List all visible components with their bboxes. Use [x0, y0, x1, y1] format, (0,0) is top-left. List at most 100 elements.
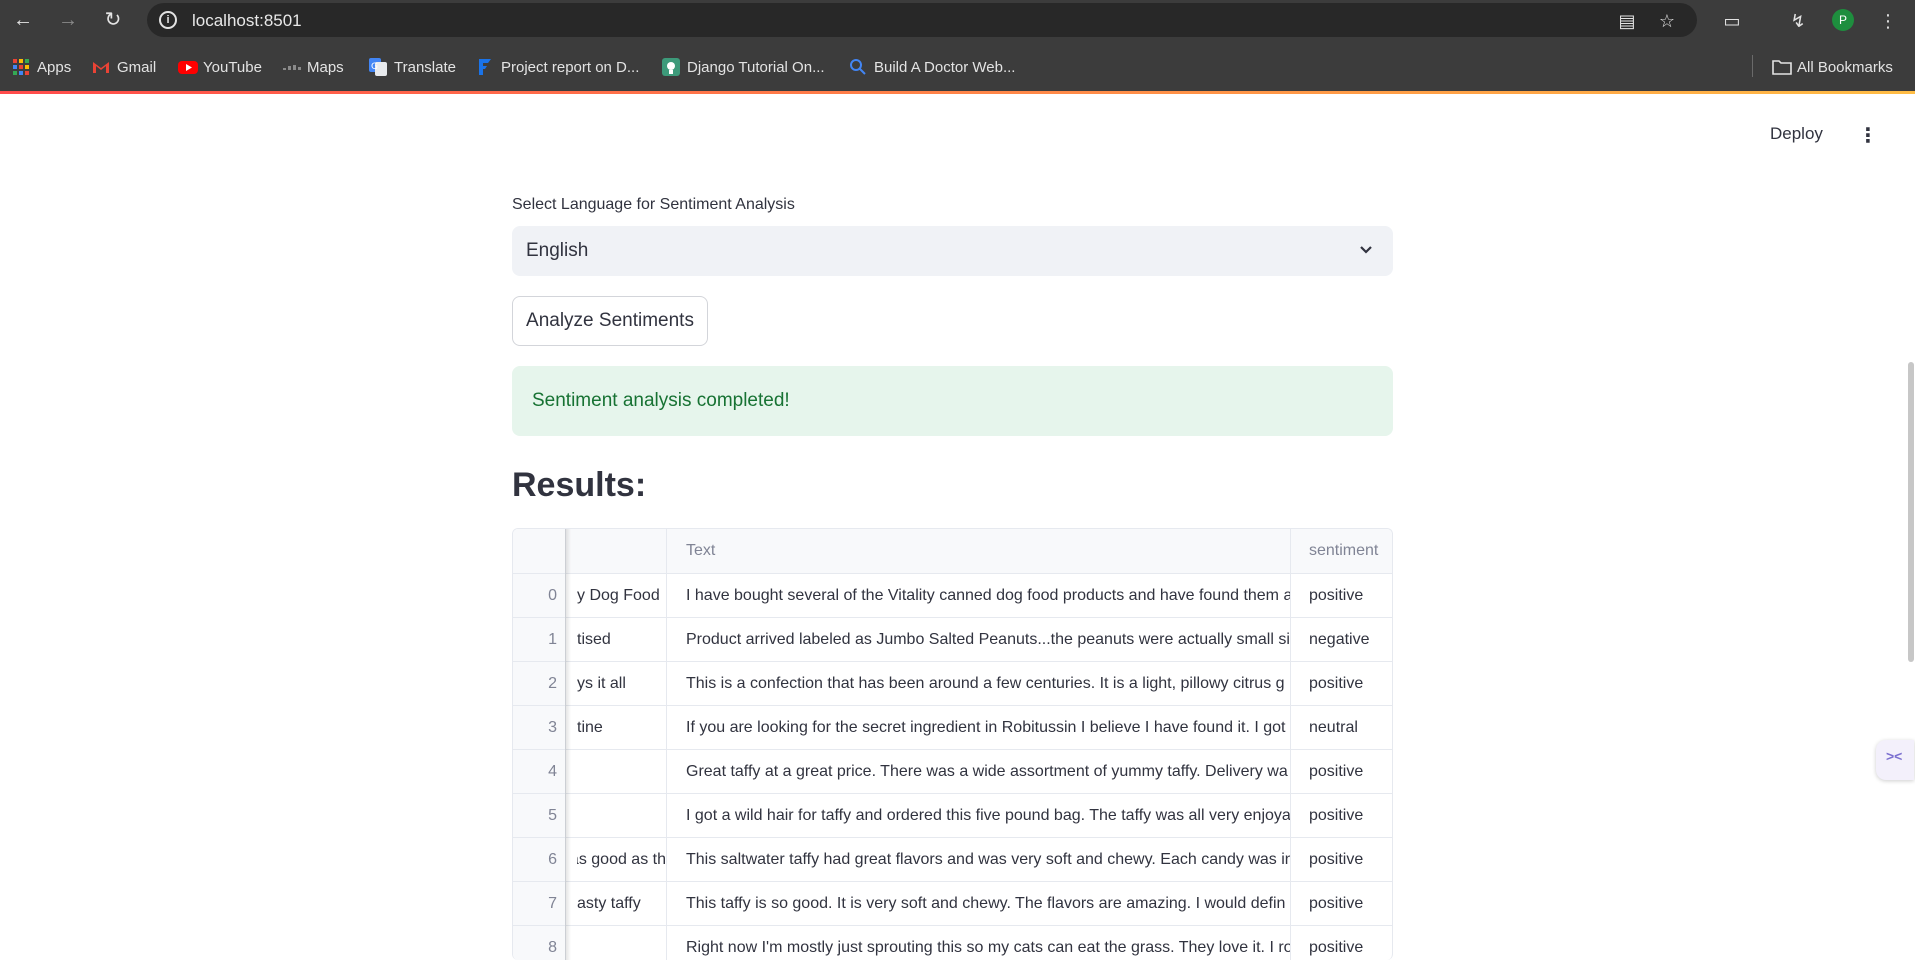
text-cell[interactable]: Great taffy at a great price. There was …	[676, 750, 1290, 793]
translate-page-icon[interactable]: ▤	[1617, 11, 1637, 31]
bookmark-build-doctor[interactable]: Build A Doctor Web...	[849, 56, 1015, 78]
text-cell[interactable]: If you are looking for the secret ingred…	[676, 706, 1290, 749]
bookmark-django-tutorial[interactable]: Django Tutorial On...	[662, 56, 825, 78]
svg-text:G: G	[371, 62, 378, 72]
frozen-column-shadow	[565, 529, 571, 960]
main-menu-icon[interactable]: ⋮	[1858, 124, 1878, 148]
results-heading: Results:	[512, 466, 647, 504]
language-select-value: English	[526, 240, 589, 261]
youtube-icon	[178, 58, 198, 76]
text-cell[interactable]: This saltwater taffy had great flavors a…	[676, 838, 1290, 881]
row-index: 3	[513, 706, 565, 749]
address-bar[interactable]: i localhost:8501 ▤ ☆	[147, 3, 1697, 37]
bookmarks-divider	[1752, 55, 1753, 77]
app-header-decoration	[0, 91, 1915, 94]
back-icon[interactable]: ←	[10, 7, 36, 33]
extensions-icon[interactable]: ▭	[1720, 9, 1744, 33]
chrome-menu-icon[interactable]: ⋮	[1876, 9, 1900, 33]
forward-icon[interactable]: →	[55, 7, 81, 33]
text-cell[interactable]: Product arrived labeled as Jumbo Salted …	[676, 618, 1290, 661]
maps-icon	[282, 58, 301, 76]
table-row[interactable]: 6 as good as th This saltwater taffy had g…	[513, 838, 1392, 882]
sentiment-column-header[interactable]: sentiment	[1300, 529, 1392, 573]
table-row[interactable]: 1 tised Product arrived labeled as Jumbo S…	[513, 618, 1392, 662]
page-scrollbar[interactable]	[1908, 362, 1914, 662]
bookmark-maps[interactable]: Maps	[282, 56, 344, 78]
django-icon	[662, 58, 680, 76]
sentiment-cell[interactable]: positive	[1300, 574, 1392, 617]
summary-cell[interactable]	[577, 794, 666, 837]
project-report-icon	[476, 58, 494, 76]
bookmark-translate[interactable]: G Translate	[369, 56, 456, 78]
row-index: 7	[513, 882, 565, 925]
row-index: 1	[513, 618, 565, 661]
sentiment-cell[interactable]: positive	[1300, 662, 1392, 705]
language-select[interactable]: English	[512, 226, 1393, 276]
bookmark-apps[interactable]: Apps	[12, 56, 71, 78]
success-alert: Sentiment analysis completed!	[512, 366, 1393, 436]
row-index: 4	[513, 750, 565, 793]
chevron-down-icon[interactable]	[1357, 239, 1375, 261]
table-row[interactable]: 5 I got a wild hair for taffy and ordered…	[513, 794, 1392, 838]
bookmark-gmail[interactable]: Gmail	[92, 56, 156, 78]
language-select-label: Select Language for Sentiment Analysis	[512, 196, 795, 213]
url-text[interactable]: localhost:8501	[192, 11, 302, 31]
results-dataframe[interactable]: Text sentiment 0 y Dog Food I have bought …	[512, 528, 1393, 960]
success-message: Sentiment analysis completed!	[532, 390, 790, 411]
table-row[interactable]: 7 asty taffy This taffy is so good. It is …	[513, 882, 1392, 926]
profile-avatar[interactable]: P	[1832, 9, 1854, 31]
row-index: 0	[513, 574, 565, 617]
table-row[interactable]: 3 tine If you are looking for the secret i…	[513, 706, 1392, 750]
reload-icon[interactable]: ↻	[100, 7, 126, 33]
index-header	[513, 529, 565, 573]
sentiment-cell[interactable]: positive	[1300, 750, 1392, 793]
folder-icon	[1772, 58, 1792, 76]
summary-column-header[interactable]	[577, 529, 666, 573]
dataframe-header: Text sentiment	[513, 529, 1392, 574]
gmail-icon	[92, 58, 110, 76]
row-index: 5	[513, 794, 565, 837]
bookmarks-bar: Apps Gmail YouTube Maps G Translate Proj…	[0, 40, 1915, 93]
text-cell[interactable]: I got a wild hair for taffy and ordered …	[676, 794, 1290, 837]
sentiment-cell[interactable]: positive	[1300, 926, 1392, 960]
sentiment-cell[interactable]: positive	[1300, 882, 1392, 925]
summary-cell[interactable]: tised	[577, 618, 666, 661]
row-index: 8	[513, 926, 565, 960]
summary-cell[interactable]: asty taffy	[577, 882, 666, 925]
table-row[interactable]: 4 Great taffy at a great price. There was…	[513, 750, 1392, 794]
text-cell[interactable]: I have bought several of the Vitality ca…	[676, 574, 1290, 617]
column-divider	[666, 529, 667, 960]
site-info-icon[interactable]: i	[159, 11, 177, 29]
table-row[interactable]: 8 Right now I'm mostly just sprouting thi…	[513, 926, 1392, 960]
sentiment-cell[interactable]: neutral	[1300, 706, 1392, 749]
summary-cell[interactable]	[577, 926, 666, 960]
text-cell[interactable]: Right now I'm mostly just sprouting this…	[676, 926, 1290, 960]
all-bookmarks[interactable]: All Bookmarks	[1772, 56, 1893, 78]
summary-cell[interactable]	[577, 750, 666, 793]
summary-cell[interactable]: y Dog Food	[577, 574, 666, 617]
text-column-header[interactable]: Text	[676, 529, 1290, 573]
side-panel-icon: ><	[1886, 748, 1903, 764]
deploy-button[interactable]: Deploy	[1770, 124, 1823, 144]
bookmark-youtube[interactable]: YouTube	[178, 56, 262, 78]
table-row[interactable]: 2 ys it all This is a confection that has …	[513, 662, 1392, 706]
bookmark-star-icon[interactable]: ☆	[1657, 11, 1677, 31]
summary-cell[interactable]: ys it all	[577, 662, 666, 705]
table-row[interactable]: 0 y Dog Food I have bought several of the …	[513, 574, 1392, 618]
side-panel-toggle[interactable]: ><	[1876, 740, 1914, 780]
text-cell[interactable]: This is a confection that has been aroun…	[676, 662, 1290, 705]
browser-toolbar: ← → ↻ i localhost:8501 ▤ ☆ ▭ ↯ P ⋮	[0, 0, 1915, 40]
row-index: 6	[513, 838, 565, 881]
apps-grid-icon	[12, 58, 30, 76]
sentiment-cell[interactable]: positive	[1300, 838, 1392, 881]
sentiment-cell[interactable]: positive	[1300, 794, 1392, 837]
summary-cell[interactable]: tine	[577, 706, 666, 749]
column-divider	[1290, 529, 1291, 960]
summary-cell[interactable]: as good as th	[577, 838, 666, 881]
bookmark-project-report[interactable]: Project report on D...	[476, 56, 639, 78]
sentiment-cell[interactable]: negative	[1300, 618, 1392, 661]
analyze-sentiments-button[interactable]: Analyze Sentiments	[512, 296, 708, 346]
performance-icon[interactable]: ↯	[1786, 9, 1810, 33]
text-cell[interactable]: This taffy is so good. It is very soft a…	[676, 882, 1290, 925]
search-icon	[849, 58, 867, 76]
